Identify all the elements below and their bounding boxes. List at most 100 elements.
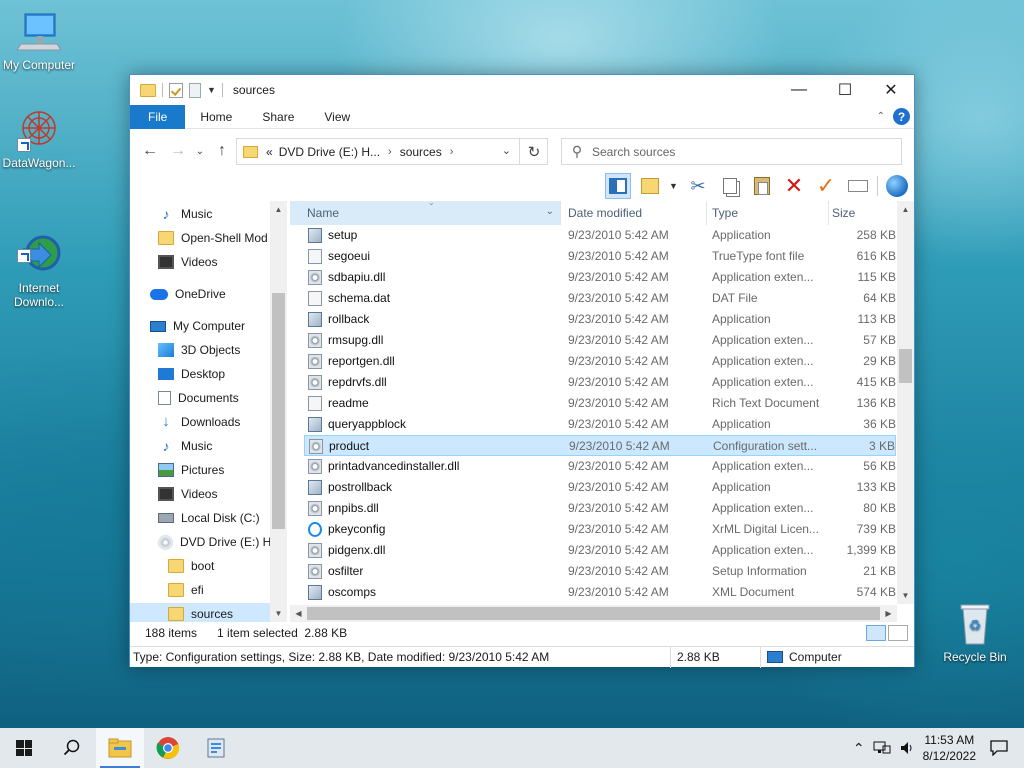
nav-item-documents[interactable]: Documents [130,387,270,409]
show-hidden-icons-button[interactable]: ⌃ [853,740,865,757]
column-header-type[interactable]: Type [712,201,828,225]
nav-pane-scrollbar[interactable]: ▲ ▼ [270,201,287,622]
network-icon[interactable] [873,740,891,756]
rename-button[interactable] [845,173,871,199]
search-input[interactable] [592,144,872,159]
search-box[interactable]: ⚲ [561,138,902,165]
notifications-icon[interactable] [990,740,1008,756]
recent-locations-dropdown[interactable]: ⌄ [188,139,212,163]
breadcrumb-dvd-drive[interactable]: DVD Drive (E:) H... [279,145,380,159]
paste-button[interactable] [749,173,775,199]
column-divider[interactable] [706,201,707,225]
taskbar-file-explorer[interactable] [96,728,144,768]
column-header-date[interactable]: Date modified [568,201,704,225]
forward-button[interactable]: → [166,139,190,163]
scroll-right-icon[interactable]: ▶ [880,605,897,622]
view-button[interactable] [637,173,663,199]
file-row[interactable]: postrollback 9/23/2010 5:42 AM Application… [304,477,896,498]
file-row[interactable]: osfilter 9/23/2010 5:42 AM Setup Informati… [304,561,896,582]
tab-file[interactable]: File [130,104,186,129]
scroll-down-icon[interactable]: ▼ [270,605,287,622]
file-row[interactable]: pidgenx.dll 9/23/2010 5:42 AM Application … [304,540,896,561]
nav-item-onedrive[interactable]: OneDrive [130,283,270,305]
scroll-up-icon[interactable]: ▲ [897,201,914,218]
help-icon[interactable]: ? [893,108,910,125]
taskbar-chrome[interactable] [144,728,192,768]
nav-item-music[interactable]: ♪ Music [130,435,270,457]
file-row[interactable]: rmsupg.dll 9/23/2010 5:42 AM Application e… [304,330,896,351]
column-header-size[interactable]: Size [832,201,892,225]
start-button[interactable] [0,728,48,768]
scroll-up-icon[interactable]: ▲ [270,201,287,218]
tab-view[interactable]: View [309,105,365,129]
desktop-icon-recycle-bin[interactable]: ♻ Recycle Bin [933,602,1017,664]
file-row[interactable]: schema.dat 9/23/2010 5:42 AM DAT File 64 KB [304,288,896,309]
nav-item-boot[interactable]: boot [130,555,270,577]
refresh-button[interactable]: ↻ [519,138,548,165]
desktop-icon-my-computer[interactable]: My Computer [0,10,81,72]
file-row[interactable]: sdbapiu.dll 9/23/2010 5:42 AM Application … [304,267,896,288]
nav-item-pictures[interactable]: Pictures [130,459,270,481]
column-header-name[interactable]: Name ⌄ ⌄ [290,198,560,225]
properties-icon[interactable] [169,82,183,98]
column-divider[interactable] [560,201,561,225]
nav-item-local-disk-c[interactable]: Local Disk (C:) [130,507,270,529]
view-dropdown-icon[interactable]: ▼ [669,181,679,191]
nav-item-dvd-drive-e-h[interactable]: DVD Drive (E:) H [130,531,271,553]
nav-item-sources[interactable]: sources [130,603,270,622]
large-icons-view-button[interactable] [888,625,908,641]
file-row[interactable]: pkeyconfig 9/23/2010 5:42 AM XrML Digital … [304,519,896,540]
column-filter-icon[interactable]: ⌄ [546,206,554,217]
select-button[interactable]: ✓ [813,173,839,199]
minimize-button[interactable]: — [776,75,822,105]
nav-item-my-computer[interactable]: My Computer [130,315,270,337]
chevron-right-icon[interactable]: › [388,146,392,158]
navigation-pane-button[interactable] [605,173,631,199]
nav-item-3d-objects[interactable]: 3D Objects [130,339,270,361]
details-view-button[interactable] [866,625,886,641]
address-bar[interactable]: « DVD Drive (E:) H... › sources › ⌄ [236,138,548,165]
expand-ribbon-icon[interactable]: ⌃ [877,111,885,122]
file-row[interactable]: segoeui 9/23/2010 5:42 AM TrueType font fi… [304,246,896,267]
chevron-right-icon[interactable]: › [450,146,454,158]
search-button[interactable] [48,728,96,768]
file-row[interactable]: setup 9/23/2010 5:42 AM Application 258 KB [304,225,896,246]
scroll-down-icon[interactable]: ▼ [897,587,914,604]
file-row[interactable]: oscomps 9/23/2010 5:42 AM XML Document 574 … [304,582,896,603]
title-bar[interactable]: ▼ sources — ☐ ✕ [130,75,914,105]
nav-item-videos[interactable]: Videos [130,483,270,505]
scroll-left-icon[interactable]: ◀ [290,605,307,622]
up-button[interactable]: ↑ [210,139,234,163]
customize-dropdown-icon[interactable]: ▼ [207,85,216,95]
file-row[interactable]: printadvancedinstaller.dll 9/23/2010 5:42… [304,456,896,477]
delete-button[interactable]: ✕ [781,173,807,199]
desktop-icon-datawagon[interactable]: DataWagon... [0,108,81,170]
file-row[interactable]: readme 9/23/2010 5:42 AM Rich Text Documen… [304,393,896,414]
nav-item-open-shell-mod[interactable]: Open-Shell Mod [130,227,270,249]
column-divider[interactable] [828,201,829,225]
file-list-vertical-scrollbar[interactable]: ▲ ▼ [897,201,914,604]
scrollbar-thumb[interactable] [307,607,880,620]
maximize-button[interactable]: ☐ [822,75,868,105]
nav-item-desktop[interactable]: Desktop [130,363,270,385]
taskbar-app[interactable] [192,728,240,768]
breadcrumb-overflow[interactable]: « [266,145,273,159]
properties-button[interactable] [884,173,910,199]
file-row[interactable]: product 9/23/2010 5:42 AM Configuration se… [304,435,896,456]
nav-item-videos[interactable]: Videos [130,251,270,273]
breadcrumb-sources[interactable]: sources [400,145,442,159]
file-row[interactable]: queryappblock 9/23/2010 5:42 AM Applicatio… [304,414,896,435]
scrollbar-thumb[interactable] [899,349,912,383]
clock[interactable]: 11:53 AM 8/12/2022 [923,732,976,764]
back-button[interactable]: ← [138,139,162,163]
file-row[interactable]: repdrvfs.dll 9/23/2010 5:42 AM Application… [304,372,896,393]
file-row[interactable]: rollback 9/23/2010 5:42 AM Application 113 … [304,309,896,330]
address-dropdown-icon[interactable]: ⌄ [502,144,511,157]
new-folder-icon[interactable] [189,82,201,98]
file-list-horizontal-scrollbar[interactable]: ◀ ▶ [290,605,897,622]
file-row[interactable]: reportgen.dll 9/23/2010 5:42 AM Applicatio… [304,351,896,372]
tab-home[interactable]: Home [185,105,247,129]
desktop-icon-internet-download[interactable]: Internet Downlo... [0,205,81,323]
nav-item-music[interactable]: ♪ Music [130,203,270,225]
volume-icon[interactable] [899,740,915,756]
